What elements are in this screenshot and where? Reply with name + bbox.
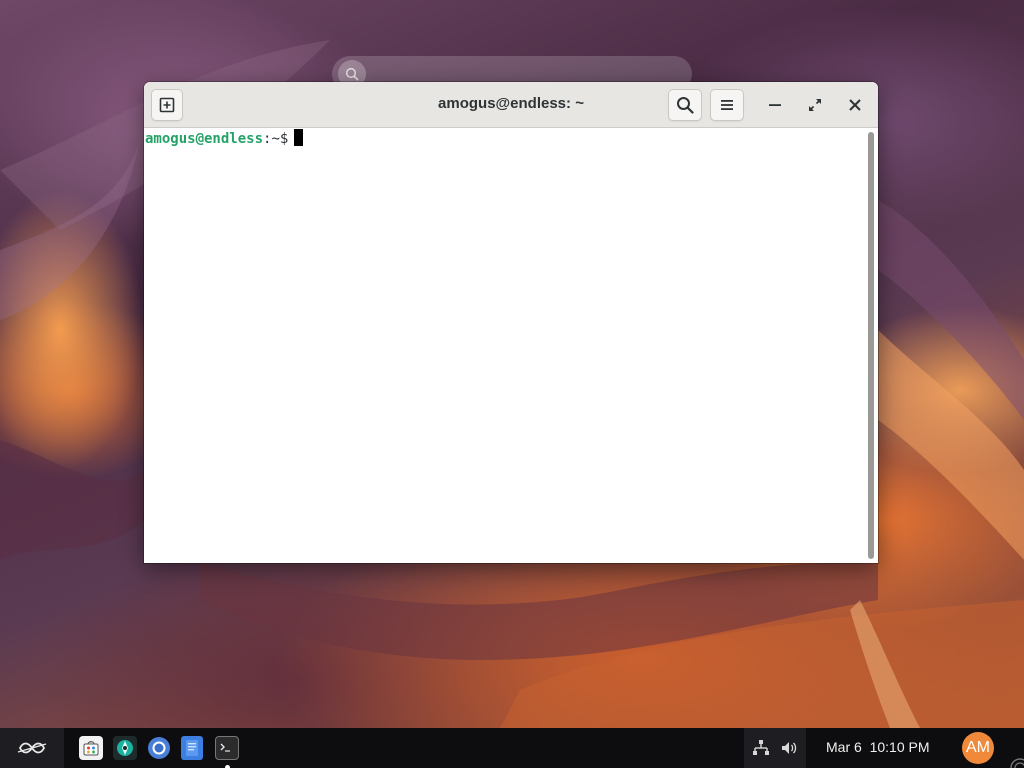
system-tray[interactable] bbox=[744, 728, 806, 768]
taskbar: Mar 6 10:10 PM AM bbox=[0, 728, 1024, 768]
minimize-icon bbox=[769, 104, 781, 106]
minimize-button[interactable] bbox=[759, 89, 791, 121]
close-button[interactable] bbox=[839, 89, 871, 121]
hamburger-menu-icon bbox=[721, 100, 733, 110]
endless-logo-icon bbox=[17, 742, 47, 754]
window-titlebar[interactable]: amogus@endless: ~ bbox=[144, 82, 878, 128]
user-avatar[interactable]: AM bbox=[962, 732, 994, 764]
close-icon bbox=[849, 99, 861, 111]
prompt-user-host: amogus@endless bbox=[145, 131, 264, 147]
hot-corner-icon[interactable] bbox=[1004, 752, 1024, 768]
terminal-icon bbox=[220, 743, 230, 752]
maximize-icon bbox=[809, 99, 821, 111]
app-center-launcher[interactable] bbox=[79, 736, 103, 760]
helper-app-icon bbox=[117, 740, 133, 756]
terminal-window: amogus@endless: ~ amogus@endless:~$ bbox=[144, 82, 878, 563]
helper-app-launcher[interactable] bbox=[113, 736, 137, 760]
clock[interactable]: Mar 6 10:10 PM bbox=[826, 728, 946, 768]
browser-launcher[interactable] bbox=[147, 736, 171, 760]
files-launcher[interactable] bbox=[181, 736, 203, 760]
terminal-scrollbar[interactable] bbox=[866, 128, 878, 563]
menu-button[interactable] bbox=[710, 89, 744, 121]
volume-icon[interactable] bbox=[780, 739, 798, 757]
files-icon bbox=[186, 740, 198, 756]
browser-icon bbox=[148, 737, 170, 759]
new-tab-button[interactable] bbox=[151, 89, 183, 121]
network-icon[interactable] bbox=[752, 739, 770, 757]
maximize-button[interactable] bbox=[799, 89, 831, 121]
terminal-launcher[interactable] bbox=[215, 736, 239, 760]
text-cursor bbox=[294, 129, 304, 146]
new-tab-icon bbox=[159, 97, 175, 113]
search-button[interactable] bbox=[668, 89, 702, 121]
endless-menu-button[interactable] bbox=[0, 728, 64, 768]
prompt-symbol: $ bbox=[279, 131, 289, 147]
prompt-path: ~ bbox=[271, 131, 280, 147]
scrollbar-thumb[interactable] bbox=[868, 132, 874, 559]
app-store-icon bbox=[83, 741, 99, 756]
search-icon bbox=[677, 97, 694, 114]
terminal-output[interactable]: amogus@endless:~$ bbox=[144, 128, 866, 563]
